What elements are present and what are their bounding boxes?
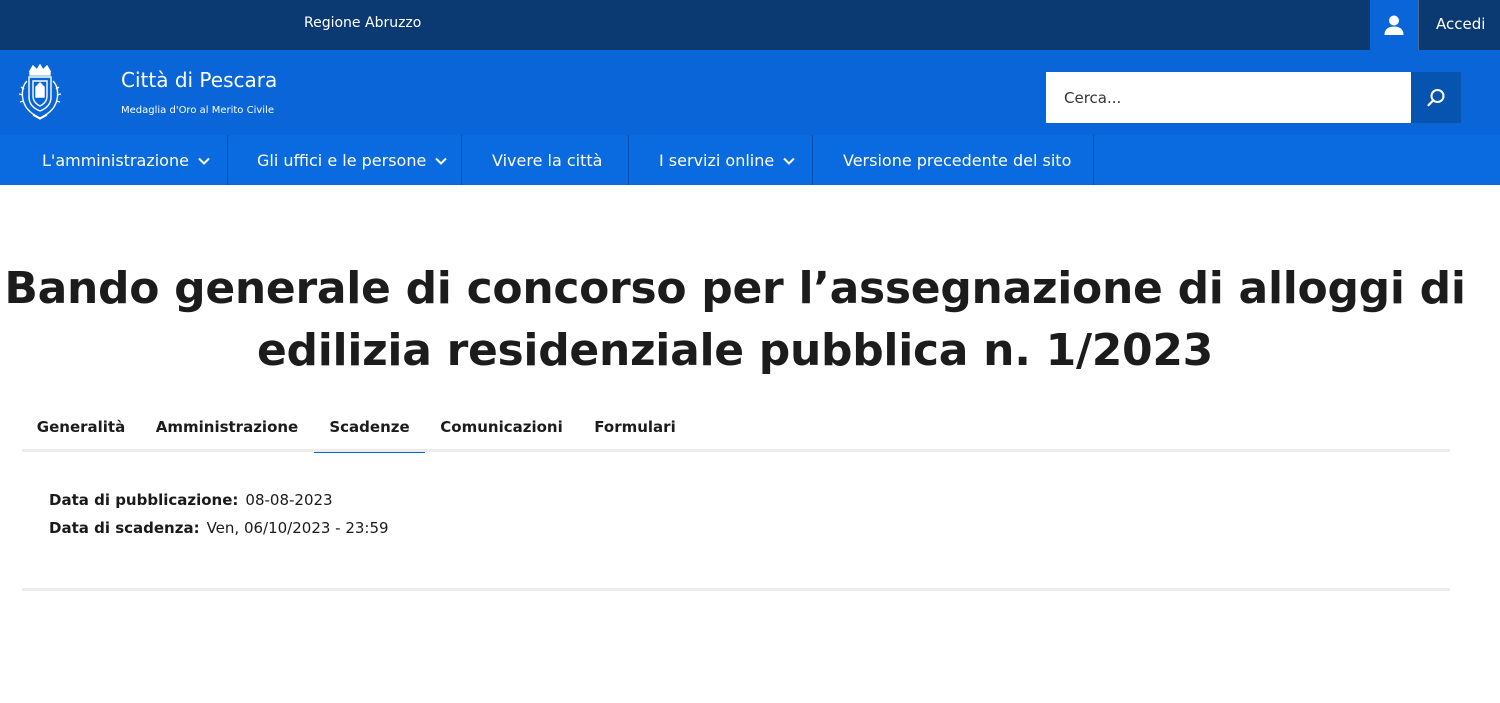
tab-comunicazioni[interactable]: Comunicazioni xyxy=(425,403,578,451)
tab-scadenze[interactable]: Scadenze xyxy=(314,403,425,453)
section-divider xyxy=(22,588,1450,591)
publication-date-label: Data di pubblicazione: xyxy=(49,491,239,509)
deadline-date-value: Ven, 06/10/2023 - 23:59 xyxy=(206,519,389,537)
nav-item-label: I servizi online xyxy=(659,150,775,170)
tabs-divider xyxy=(22,449,1450,452)
nav-item-amministrazione[interactable]: L'amministrazione xyxy=(42,135,210,185)
page-title: Bando generale di concorso per l’assegna… xyxy=(4,263,1466,376)
tab-formulari[interactable]: Formulari xyxy=(578,403,692,451)
chevron-down-icon xyxy=(198,157,210,165)
main-nav: L'amministrazione Gli uffici e le person… xyxy=(0,135,1500,185)
region-link[interactable]: Regione Abruzzo xyxy=(304,15,421,31)
search-box xyxy=(1046,72,1461,123)
nav-item-versione-precedente[interactable]: Versione precedente del sito xyxy=(843,135,1071,185)
chevron-down-icon xyxy=(783,157,795,165)
nav-item-label: Versione precedente del sito xyxy=(843,150,1072,170)
user-button[interactable] xyxy=(1370,0,1418,50)
deadline-date-label: Data di scadenza: xyxy=(49,519,200,537)
site-subtitle: Medaglia d'Oro al Merito Civile xyxy=(121,105,274,116)
nav-item-uffici[interactable]: Gli uffici e le persone xyxy=(257,135,448,185)
tab-bar: Generalità Amministrazione Scadenze Comu… xyxy=(22,403,1450,453)
nav-item-vivere[interactable]: Vivere la città xyxy=(492,135,602,185)
chevron-down-icon xyxy=(435,157,448,165)
site-header: Città di Pescara Medaglia d'Oro al Merit… xyxy=(0,50,1500,135)
nav-item-label: Gli uffici e le persone xyxy=(257,150,427,170)
topbar-divider xyxy=(1418,0,1419,50)
nav-separator xyxy=(628,135,629,185)
publication-date-value: 08-08-2023 xyxy=(245,491,333,509)
nav-separator xyxy=(227,135,228,185)
search-button[interactable] xyxy=(1411,72,1461,123)
nav-separator xyxy=(461,135,462,185)
coat-of-arms-icon[interactable] xyxy=(17,63,63,123)
login-link[interactable]: Accedi xyxy=(1436,15,1485,33)
deadline-date-row: Data di scadenza: Ven, 06/10/2023 - 23:59 xyxy=(49,519,389,537)
nav-item-label: Vivere la città xyxy=(492,150,603,170)
search-icon xyxy=(1427,88,1445,106)
user-icon xyxy=(1384,15,1404,35)
search-input[interactable] xyxy=(1046,72,1411,123)
tab-amministrazione[interactable]: Amministrazione xyxy=(140,403,314,451)
tab-generalita[interactable]: Generalità xyxy=(22,403,140,451)
nav-item-label: L'amministrazione xyxy=(42,150,189,170)
site-title[interactable]: Città di Pescara xyxy=(121,68,277,92)
top-bar: Regione Abruzzo Accedi xyxy=(0,0,1500,50)
nav-separator xyxy=(812,135,813,185)
nav-item-servizi[interactable]: I servizi online xyxy=(659,135,795,185)
nav-separator xyxy=(1093,135,1094,185)
publication-date-row: Data di pubblicazione: 08-08-2023 xyxy=(49,491,333,509)
